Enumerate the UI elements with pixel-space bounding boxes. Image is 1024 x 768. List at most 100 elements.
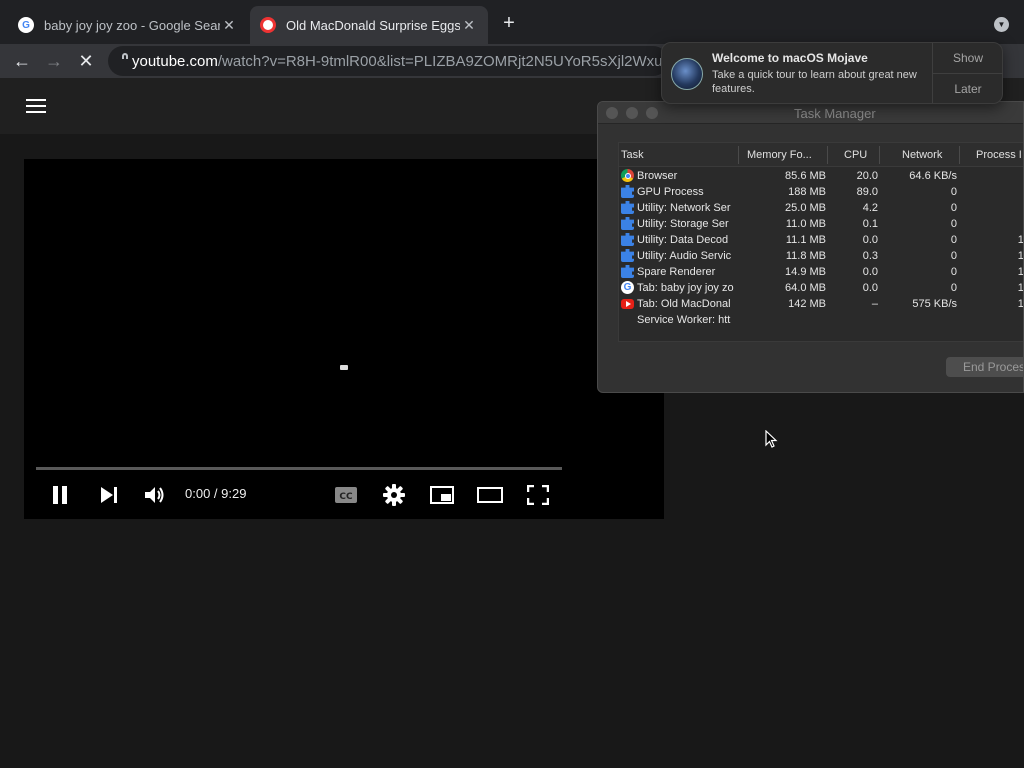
task-manager-window[interactable]: Task Manager Task Memory Fo... CPU Netwo… xyxy=(597,101,1024,393)
url-path: /watch?v=R8H-9tmlR00&list=PLIZBA9ZOMRjt2… xyxy=(217,52,668,70)
close-window-button[interactable] xyxy=(606,107,618,119)
tab-close-icon[interactable]: ✕ xyxy=(460,17,478,34)
task-name: Utility: Data Decod xyxy=(637,234,729,246)
table-row[interactable]: Utility: Storage Ser 11.0 MB 0.1 06 xyxy=(619,216,1023,232)
gear-icon xyxy=(383,484,405,506)
network-value: 0 xyxy=(950,250,957,262)
zoom-window-button[interactable] xyxy=(646,107,658,119)
memory-value: 11.1 MB xyxy=(785,234,826,246)
table-row[interactable]: Service Worker: htt xyxy=(619,312,1023,328)
table-header: Task Memory Fo... CPU Network Process I xyxy=(619,143,1023,167)
video-player[interactable]: 0:00 / 9:29 CC xyxy=(24,159,664,519)
progress-bar[interactable] xyxy=(36,467,562,470)
memory-value: 64.0 MB xyxy=(785,282,826,294)
cpu-value: 89.0 xyxy=(856,186,878,198)
network-value: 0 xyxy=(950,234,957,246)
back-button[interactable]: ← xyxy=(11,50,33,72)
table-row[interactable]: Browser 85.6 MB 20.0 64.6 KB/s6 xyxy=(619,168,1023,184)
table-row[interactable]: Utility: Data Decod 11.1 MB 0.0 0 12 xyxy=(619,232,1024,248)
network-value: 0 xyxy=(950,282,957,294)
memory-value: 142 MB xyxy=(788,298,826,310)
tab-youtube-video[interactable]: Old MacDonald Surprise Eggs ✕ xyxy=(250,6,488,44)
later-button[interactable]: Later xyxy=(933,74,1003,104)
time-display: 0:00 / 9:29 xyxy=(185,486,247,501)
table-row[interactable]: GTab: baby joy joy zo 64.0 MB 0.0 0 12 xyxy=(619,280,1023,296)
task-name: Utility: Network Ser xyxy=(637,202,731,214)
subtitles-button[interactable]: CC xyxy=(334,482,358,508)
memory-value: 14.9 MB xyxy=(785,266,826,278)
cpu-value: 0.0 xyxy=(862,234,878,246)
next-icon xyxy=(101,487,117,503)
tab-strip: G baby joy joy zoo - Google Sear ✕ Old M… xyxy=(0,0,1024,44)
cpu-value: 0.0 xyxy=(862,282,878,294)
process-table[interactable]: Task Memory Fo... CPU Network Process I … xyxy=(618,142,1024,342)
theater-mode-button[interactable] xyxy=(477,482,503,508)
macos-notification[interactable]: Welcome to macOS Mojave Take a quick tou… xyxy=(661,42,1003,104)
tab-google-search[interactable]: G baby joy joy zoo - Google Sear ✕ xyxy=(8,6,248,44)
process-id-value: 6 xyxy=(960,186,1023,198)
process-id-value: 12 xyxy=(1017,298,1024,310)
notification-title: Welcome to macOS Mojave xyxy=(712,51,868,65)
process-id-value: 12 xyxy=(1017,234,1024,246)
table-row[interactable]: GPU Process 188 MB 89.0 06 xyxy=(619,184,1023,200)
tab-title: Old MacDonald Surprise Eggs xyxy=(286,17,460,33)
tab-close-icon[interactable]: ✕ xyxy=(220,17,238,34)
next-button[interactable] xyxy=(98,482,120,508)
window-titlebar[interactable]: Task Manager xyxy=(598,102,1023,124)
memory-value: 11.0 MB xyxy=(785,218,826,230)
tab-search-icon[interactable]: ▼ xyxy=(994,17,1009,32)
fullscreen-button[interactable] xyxy=(526,482,550,508)
table-row[interactable]: Utility: Audio Servic 11.8 MB 0.3 0 12 xyxy=(619,248,1023,264)
loading-indicator xyxy=(340,365,348,370)
captions-icon: CC xyxy=(335,487,357,503)
minimize-window-button[interactable] xyxy=(626,107,638,119)
tab-title: baby joy joy zoo - Google Sear xyxy=(44,17,220,33)
memory-value: 188 MB xyxy=(788,186,826,198)
column-process-id[interactable]: Process I xyxy=(976,149,1022,161)
network-value: 575 KB/s xyxy=(912,298,957,310)
mojave-icon xyxy=(671,58,703,90)
forward-button[interactable]: → xyxy=(43,50,65,72)
column-memory[interactable]: Memory Fo... xyxy=(747,149,812,161)
table-row[interactable]: Utility: Network Ser 25.0 MB 4.2 06 xyxy=(619,200,1023,216)
network-value: 0 xyxy=(950,218,957,230)
puzzle-icon xyxy=(621,265,634,278)
task-name: Utility: Storage Ser xyxy=(637,218,729,230)
new-tab-button[interactable]: + xyxy=(498,12,520,34)
task-name: Tab: baby joy joy zo xyxy=(637,282,734,294)
network-value: 64.6 KB/s xyxy=(909,170,957,182)
address-bar[interactable]: youtube.com/watch?v=R8H-9tmlR00&list=PLI… xyxy=(108,46,668,76)
mouse-cursor-icon xyxy=(765,430,778,448)
end-process-button[interactable]: End Process xyxy=(946,357,1023,377)
memory-value: 25.0 MB xyxy=(785,202,826,214)
notification-body: Take a quick tour to learn about great n… xyxy=(712,69,917,95)
google-icon: G xyxy=(18,17,34,33)
settings-button[interactable] xyxy=(382,482,406,508)
cpu-value: 4.2 xyxy=(862,202,878,214)
puzzle-icon xyxy=(621,233,634,246)
miniplayer-button[interactable] xyxy=(430,482,454,508)
table-row[interactable]: Spare Renderer 14.9 MB 0.0 0 12 xyxy=(619,264,1023,280)
network-value: 0 xyxy=(950,266,957,278)
cpu-value: – xyxy=(871,298,878,310)
column-task[interactable]: Task xyxy=(621,149,644,161)
youtube-icon xyxy=(621,299,634,309)
cpu-value: 0.0 xyxy=(862,266,878,278)
show-button[interactable]: Show xyxy=(933,43,1003,73)
svg-text:CC: CC xyxy=(339,492,353,502)
table-row[interactable]: Tab: Old MacDonal 142 MB – 575 KB/s 12 xyxy=(619,296,1024,312)
fullscreen-icon xyxy=(527,485,549,505)
pause-button[interactable] xyxy=(50,482,70,508)
puzzle-icon xyxy=(621,217,634,230)
network-value: 0 xyxy=(950,202,957,214)
stop-loading-button[interactable]: ✕ xyxy=(75,50,97,72)
menu-icon[interactable] xyxy=(26,99,46,113)
mute-button[interactable] xyxy=(144,482,166,508)
column-network[interactable]: Network xyxy=(902,149,942,161)
task-name: Spare Renderer xyxy=(637,266,716,278)
puzzle-icon xyxy=(621,185,634,198)
column-cpu[interactable]: CPU xyxy=(844,149,867,161)
theater-icon xyxy=(477,487,503,503)
cpu-value: 20.0 xyxy=(856,170,878,182)
memory-value: 11.8 MB xyxy=(785,250,826,262)
